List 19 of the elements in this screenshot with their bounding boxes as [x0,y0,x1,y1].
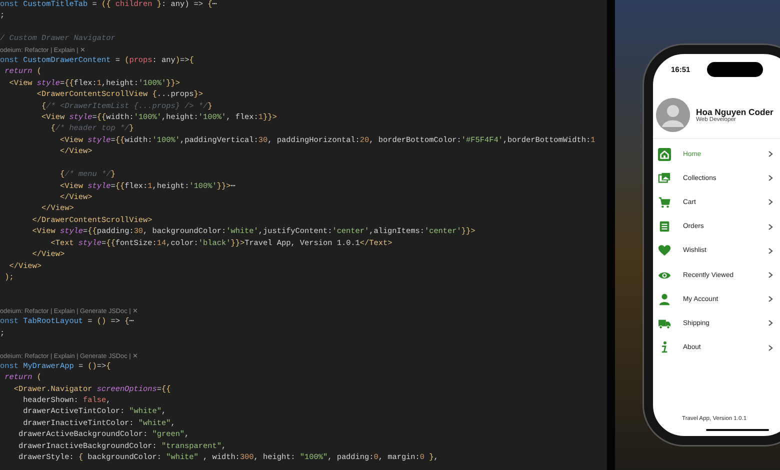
profile-name: Hoa Nguyen Coder [696,107,774,117]
chevron-icon [768,272,773,278]
dynamic-island [707,62,763,76]
cart-icon [658,196,671,209]
chevron-icon [768,344,773,351]
chevron-icon [768,296,773,302]
images-icon [658,172,671,185]
chevron-icon [768,224,773,230]
heart-icon [658,244,671,258]
chevron-icon [768,320,773,326]
chevron-icon [768,248,773,254]
chevron-icon [768,199,773,206]
home-icon [658,148,671,161]
person-icon [658,292,671,306]
chevron-icon [768,175,773,182]
avatar [656,98,690,132]
chevron-icon [768,151,773,158]
home-indicator [706,428,769,431]
list-icon [658,220,671,234]
